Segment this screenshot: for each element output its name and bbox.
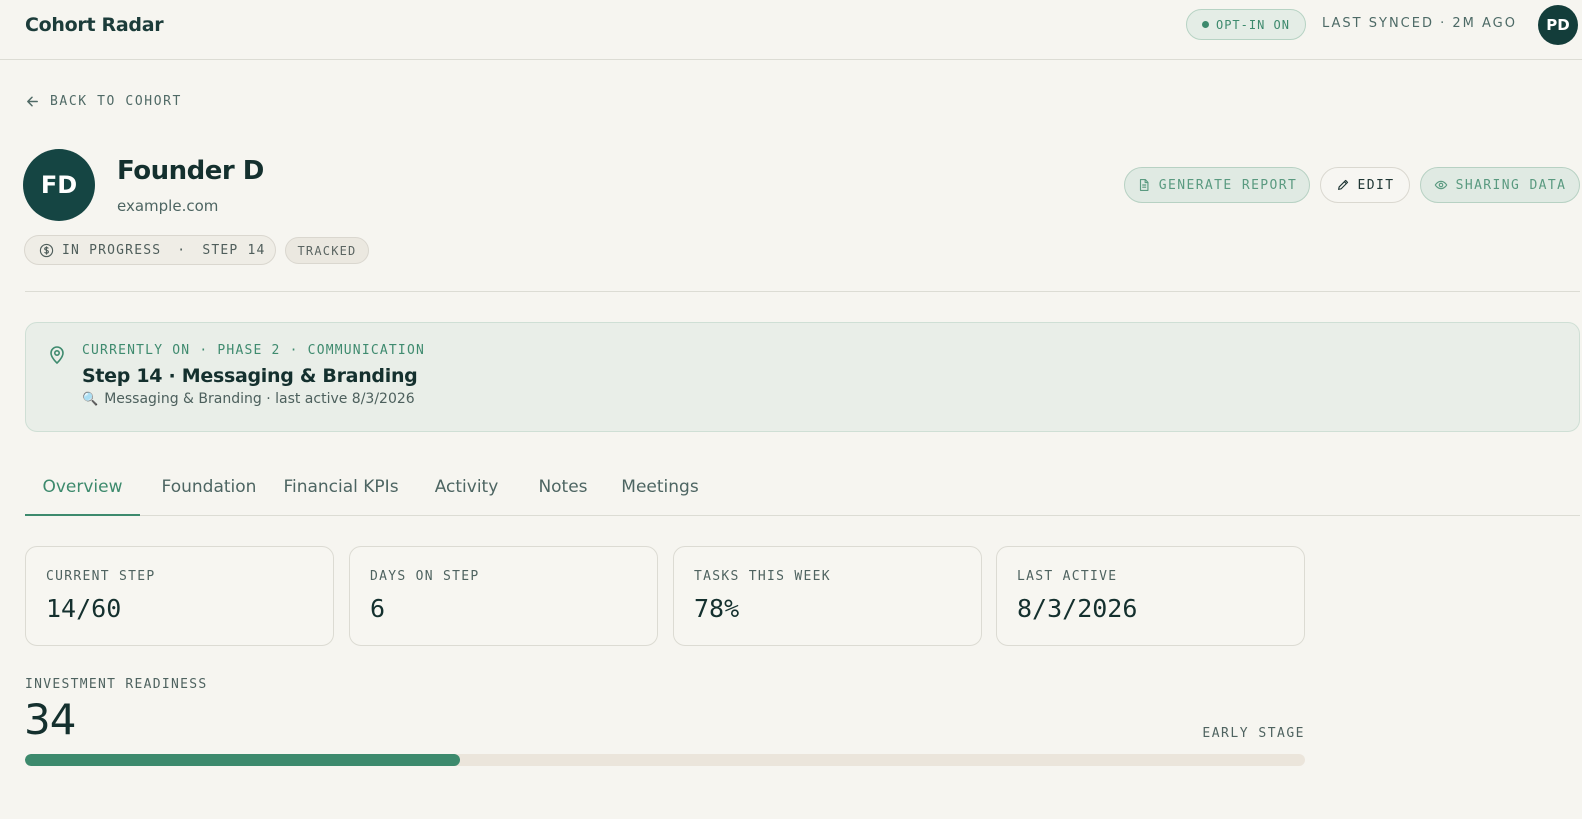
- sharing-data-button[interactable]: SHARING DATA: [1420, 167, 1580, 203]
- stat-card-last-active: LAST ACTIVE 8/3/2026: [996, 546, 1305, 646]
- edit-button[interactable]: EDIT: [1320, 167, 1410, 203]
- pencil-icon: [1337, 179, 1348, 190]
- last-synced-text: LAST SYNCED · 2M AGO: [1322, 16, 1517, 31]
- stat-label: LAST ACTIVE: [1017, 569, 1118, 584]
- document-icon: [1139, 179, 1149, 191]
- founder-name: Founder D: [117, 156, 264, 186]
- tab-meetings[interactable]: Meetings: [618, 470, 702, 516]
- tab-financial-kpis[interactable]: Financial KPIs: [281, 470, 401, 516]
- tab-bar: Overview Foundation Financial KPIs Activ…: [25, 470, 1580, 516]
- tab-overview[interactable]: Overview: [25, 470, 140, 516]
- current-step-detail: Messaging & Branding · last active 8/3/2…: [104, 391, 415, 407]
- top-bar: Cohort Radar OPT-IN ON LAST SYNCED · 2M …: [0, 0, 1582, 60]
- stat-card-tasks-this-week: TASKS THIS WEEK 78%: [673, 546, 982, 646]
- stat-card-days-on-step: DAYS ON STEP 6: [349, 546, 658, 646]
- edit-label: EDIT: [1357, 177, 1395, 193]
- step-text: STEP 14: [202, 242, 266, 258]
- readiness-progress-fill: [25, 754, 461, 766]
- location-pin-icon: [50, 346, 64, 365]
- readiness-stage-label: EARLY STAGE: [1202, 726, 1305, 741]
- back-label: BACK TO COHORT: [50, 94, 182, 109]
- investment-readiness-score: 34: [24, 695, 76, 744]
- dollar-circle-icon: [39, 243, 54, 257]
- founder-website[interactable]: example.com: [117, 197, 218, 215]
- opt-in-badge[interactable]: OPT-IN ON: [1186, 9, 1306, 40]
- generate-report-button[interactable]: GENERATE REPORT: [1124, 167, 1310, 203]
- readiness-progress-bar: [25, 754, 1305, 766]
- tab-notes[interactable]: Notes: [535, 470, 591, 516]
- stat-card-current-step: CURRENT STEP 14/60: [25, 546, 334, 646]
- opt-in-label: OPT-IN ON: [1215, 17, 1291, 32]
- status-pill: IN PROGRESS · STEP 14: [24, 235, 276, 265]
- generate-report-label: GENERATE REPORT: [1158, 177, 1298, 193]
- section-divider: [25, 291, 1580, 292]
- status-separator: ·: [177, 242, 187, 258]
- stat-value: 8/3/2026: [1017, 594, 1138, 623]
- investment-readiness-label: INVESTMENT READINESS: [25, 677, 208, 692]
- stat-value: 78%: [694, 594, 740, 623]
- magnifier-icon: 🔍: [82, 392, 99, 407]
- app-title[interactable]: Cohort Radar: [25, 14, 164, 36]
- stat-value: 14/60: [46, 594, 122, 623]
- tab-foundation[interactable]: Foundation: [159, 470, 259, 516]
- stat-label: TASKS THIS WEEK: [694, 569, 831, 584]
- current-step-banner: CURRENTLY ON · PHASE 2 · COMMUNICATION S…: [25, 322, 1580, 432]
- tracked-badge: TRACKED: [285, 237, 369, 264]
- sharing-data-label: SHARING DATA: [1455, 177, 1567, 193]
- back-to-cohort-link[interactable]: BACK TO COHORT: [25, 94, 182, 109]
- tab-activity[interactable]: Activity: [428, 470, 505, 516]
- current-step-subtitle: 🔍 Messaging & Branding · last active 8/3/…: [82, 391, 415, 407]
- arrow-left-icon: [27, 96, 38, 107]
- stat-label: CURRENT STEP: [46, 569, 156, 584]
- current-step-title: Step 14 · Messaging & Branding: [82, 365, 418, 387]
- founder-avatar: FD: [23, 149, 95, 221]
- eye-icon: [1434, 180, 1447, 190]
- current-step-kicker: CURRENTLY ON · PHASE 2 · COMMUNICATION: [82, 343, 426, 358]
- stat-value: 6: [370, 594, 386, 623]
- status-text: IN PROGRESS: [62, 242, 162, 258]
- user-avatar[interactable]: PD: [1538, 5, 1578, 45]
- stat-label: DAYS ON STEP: [370, 569, 480, 584]
- status-dot-icon: [1201, 21, 1209, 28]
